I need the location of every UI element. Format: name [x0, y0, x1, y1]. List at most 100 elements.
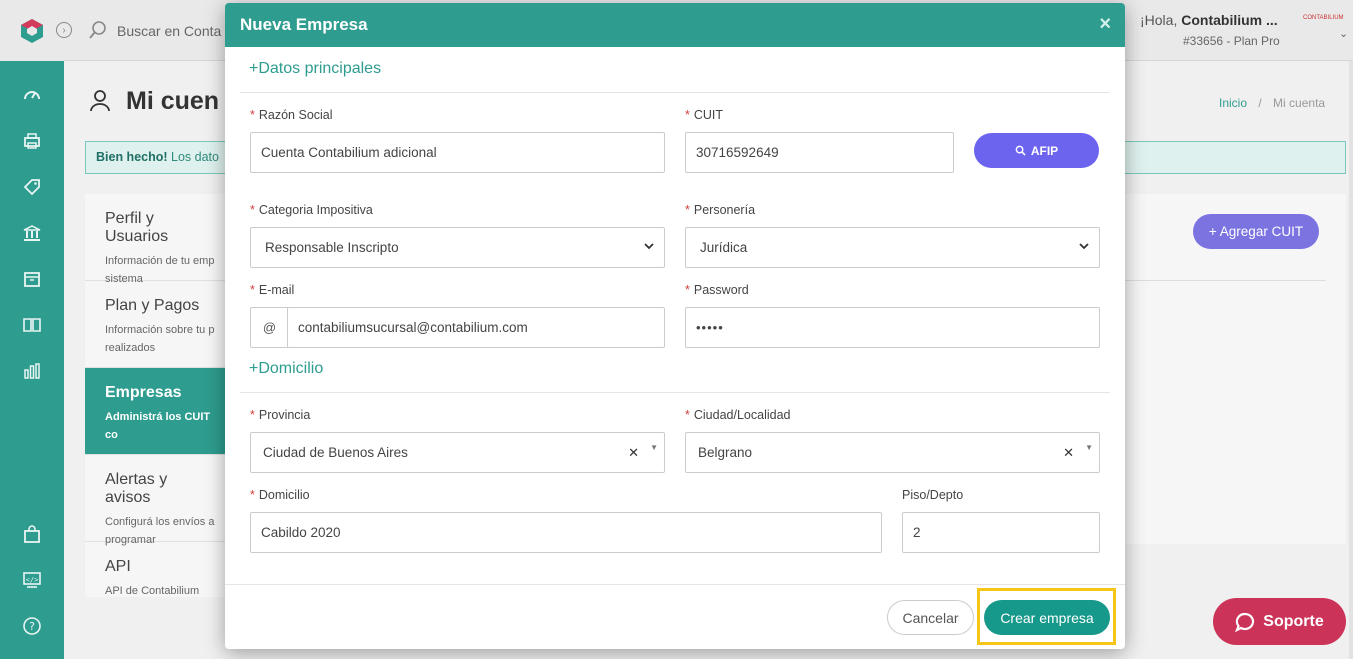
new-company-modal: Nueva Empresa × +Datos principales * Razó…	[225, 3, 1125, 649]
provincia-select[interactable]: Ciudad de Buenos Aires ✕ ▼	[250, 432, 665, 473]
dashboard-icon[interactable]	[20, 83, 44, 107]
label-text: Password	[693, 283, 749, 297]
section-address[interactable]: +Domicilio	[249, 360, 323, 378]
alert-text: Los dato	[167, 150, 219, 164]
menu-item-alertas[interactable]: Alertas y avisos Configurá los envíos a p…	[85, 455, 235, 546]
sidebar-toggle-icon[interactable]: ›	[56, 22, 72, 38]
personeria-label: * Personería	[685, 203, 755, 217]
menu-item-title: Empresas	[105, 384, 182, 401]
user-name: Contabilium ...	[1181, 12, 1278, 28]
cancel-button[interactable]: Cancelar	[887, 600, 974, 635]
required-mark: *	[685, 108, 690, 122]
search-icon[interactable]	[88, 20, 108, 40]
caret-down-icon: ▼	[650, 443, 658, 452]
breadcrumb-current: Mi cuenta	[1273, 96, 1326, 110]
provincia-value: Ciudad de Buenos Aires	[263, 445, 408, 460]
breadcrumb: Inicio / Mi cuenta	[1219, 96, 1325, 110]
account-menu: Perfil y Usuarios Información de tu emp s…	[85, 194, 235, 597]
greeting-prefix: ¡Hola,	[1140, 12, 1182, 28]
search-icon	[1015, 145, 1026, 156]
password-input[interactable]: •••••	[685, 307, 1100, 348]
account-plan: #33656 - Plan Pro	[1183, 34, 1280, 48]
required-mark: *	[250, 488, 255, 502]
box-icon[interactable]	[20, 267, 44, 291]
required-mark: *	[250, 108, 255, 122]
required-mark: *	[250, 203, 255, 217]
tag-icon[interactable]	[20, 175, 44, 199]
brand-mini-logo: CONTABILIUM	[1303, 15, 1344, 21]
label-text: Personería	[693, 203, 756, 217]
add-cuit-button[interactable]: + Agregar CUIT	[1193, 214, 1319, 249]
search-input[interactable]: Buscar en Conta	[117, 23, 221, 39]
menu-item-plan[interactable]: Plan y Pagos Información sobre tu p reali…	[85, 281, 235, 368]
afip-label: AFIP	[1030, 143, 1059, 158]
cuit-input[interactable]: 30716592649	[685, 132, 954, 173]
shopping-bag-icon[interactable]	[20, 522, 44, 546]
personeria-value: Jurídica	[700, 240, 748, 255]
section-divider	[240, 392, 1110, 393]
printer-icon[interactable]	[20, 129, 44, 153]
ciudad-value: Belgrano	[698, 445, 753, 460]
chevron-down-icon	[644, 243, 654, 250]
required-mark: *	[250, 283, 255, 297]
clear-icon[interactable]: ✕	[1063, 445, 1074, 461]
afip-button[interactable]: AFIP	[974, 133, 1099, 168]
contabilium-logo[interactable]	[19, 18, 45, 44]
code-monitor-icon[interactable]: </>	[20, 568, 44, 592]
categoria-select[interactable]: Responsable Inscripto	[250, 227, 665, 268]
breadcrumb-separator: /	[1258, 96, 1262, 110]
user-icon	[90, 90, 110, 112]
user-greeting[interactable]: ¡Hola, Contabilium ...	[1140, 12, 1278, 28]
razon-social-input[interactable]: Cuenta Contabilium adicional	[250, 132, 665, 173]
personeria-select[interactable]: Jurídica	[685, 227, 1100, 268]
ciudad-select[interactable]: Belgrano ✕ ▼	[685, 432, 1100, 473]
cuit-label: * CUIT	[685, 108, 723, 122]
label-text: CUIT	[693, 108, 724, 122]
breadcrumb-home[interactable]: Inicio	[1219, 96, 1247, 110]
menu-item-perfil[interactable]: Perfil y Usuarios Información de tu emp s…	[85, 194, 235, 285]
label-text: Ciudad/Localidad	[693, 408, 791, 422]
bank-icon[interactable]	[20, 221, 44, 245]
chevron-down-icon	[1079, 243, 1089, 250]
menu-item-title: Perfil y Usuarios	[105, 210, 169, 245]
at-addon: @	[250, 307, 288, 348]
provincia-label: * Provincia	[250, 408, 310, 422]
label-text: Categoria Impositiva	[258, 203, 373, 217]
panel-divider	[1125, 280, 1326, 281]
sidebar: </> ?	[0, 0, 64, 659]
caret-down-icon: ▼	[1085, 443, 1093, 452]
required-mark: *	[685, 203, 690, 217]
chevron-down-icon[interactable]: ⌄	[1339, 27, 1348, 40]
categoria-value: Responsable Inscripto	[265, 240, 399, 255]
menu-item-title: Plan y Pagos	[105, 297, 200, 314]
alert-strong: Bien hecho!	[96, 150, 168, 164]
label-text: E-mail	[258, 283, 295, 297]
piso-input[interactable]: 2	[902, 512, 1100, 553]
section-main-data[interactable]: +Datos principales	[249, 60, 381, 78]
menu-item-api[interactable]: API API de Contabilium	[85, 542, 235, 629]
support-button[interactable]: Soporte	[1213, 598, 1346, 645]
required-mark: *	[250, 408, 255, 422]
page-title: Mi cuen	[126, 87, 220, 115]
email-input[interactable]: contabiliumsucursal@contabilium.com	[287, 307, 665, 348]
book-icon[interactable]	[20, 313, 44, 337]
clear-icon[interactable]: ✕	[628, 445, 639, 461]
footer-divider	[225, 584, 1125, 585]
svg-text:?: ?	[29, 620, 35, 633]
create-company-button[interactable]: Crear empresa	[984, 600, 1110, 635]
chart-icon[interactable]	[20, 359, 44, 383]
modal-header: Nueva Empresa ×	[225, 3, 1125, 47]
page-scrollbar[interactable]	[1349, 61, 1353, 659]
modal-title: Nueva Empresa	[240, 15, 368, 34]
chat-icon	[1235, 612, 1255, 632]
help-icon[interactable]: ?	[20, 614, 44, 638]
label-text: Provincia	[258, 408, 311, 422]
menu-item-empresas[interactable]: Empresas Administrá los CUIT co	[85, 368, 235, 455]
label-text: Razón Social	[258, 108, 333, 122]
required-mark: *	[685, 283, 690, 297]
close-icon[interactable]: ×	[1099, 13, 1111, 36]
domicilio-input[interactable]: Cabildo 2020	[250, 512, 882, 553]
piso-label: Piso/Depto	[902, 488, 964, 502]
logo-area	[0, 0, 64, 61]
razon-social-label: * Razón Social	[250, 108, 333, 122]
